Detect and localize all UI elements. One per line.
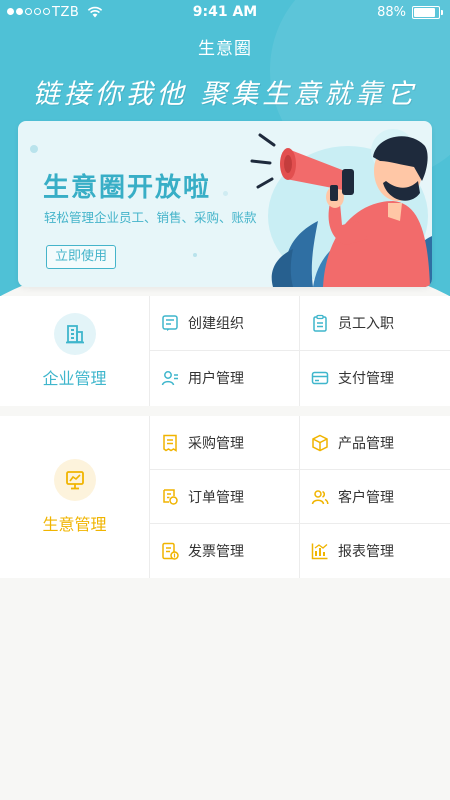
business-section: 生意管理 采购管理 产品管理 订单管理 客户管理 发票管理 报表管理 — [0, 416, 450, 578]
building-icon — [53, 313, 96, 355]
megaphone-man-illustration — [250, 129, 432, 287]
menu-payment-manage[interactable]: 支付管理 — [300, 351, 450, 405]
menu-user-manage[interactable]: 用户管理 — [150, 351, 299, 405]
customers-icon — [310, 487, 330, 507]
hero-slogan: 链接你我他 聚集生意就靠它 — [32, 79, 418, 110]
menu-label: 发票管理 — [188, 544, 244, 560]
menu-label: 订单管理 — [188, 490, 244, 506]
menu-product-manage[interactable]: 产品管理 — [300, 416, 450, 470]
menu-report-manage[interactable]: 报表管理 — [300, 524, 450, 578]
enterprise-label: 企业管理 — [42, 369, 107, 388]
business-label: 生意管理 — [42, 515, 107, 534]
user-manage-icon — [160, 368, 180, 388]
order-icon — [160, 487, 180, 507]
business-category[interactable]: 生意管理 — [0, 416, 150, 578]
menu-order-manage[interactable]: 订单管理 — [150, 470, 299, 524]
decor-dot — [30, 145, 38, 153]
invoice-icon — [160, 541, 180, 561]
use-now-button[interactable]: 立即使用 — [46, 245, 116, 269]
enterprise-section: 企业管理 创建组织 员工入职 用户管理 支付管理 — [0, 296, 450, 406]
card-icon — [310, 368, 330, 388]
menu-create-org[interactable]: 创建组织 — [150, 296, 299, 350]
menu-label: 报表管理 — [338, 544, 394, 560]
menu-label: 客户管理 — [338, 490, 394, 506]
status-bar: TZB 9:41 AM 88% — [0, 0, 450, 26]
menu-label: 创建组织 — [188, 316, 244, 332]
menu-invoice-manage[interactable]: 发票管理 — [150, 524, 299, 578]
menu-label: 支付管理 — [338, 371, 394, 387]
receipt-icon — [160, 433, 180, 453]
enterprise-category[interactable]: 企业管理 — [0, 296, 150, 406]
promo-banner[interactable]: 生意圈开放啦 轻松管理企业员工、销售、采购、账款 立即使用 — [18, 121, 432, 287]
battery-fill — [414, 8, 435, 17]
trend-board-icon — [53, 459, 96, 501]
decor-dot — [193, 253, 197, 257]
create-org-icon — [160, 313, 180, 333]
menu-label: 员工入职 — [338, 316, 394, 332]
menu-label: 采购管理 — [188, 436, 244, 452]
box-icon — [310, 433, 330, 453]
clipboard-icon — [310, 313, 330, 333]
menu-purchase-manage[interactable]: 采购管理 — [150, 416, 299, 470]
menu-employee-onboard[interactable]: 员工入职 — [300, 296, 450, 350]
banner-title: 生意圈开放啦 — [43, 173, 212, 203]
menu-label: 产品管理 — [338, 436, 394, 452]
report-icon — [310, 541, 330, 561]
menu-customer-manage[interactable]: 客户管理 — [300, 470, 450, 524]
page-title: 生意圈 — [198, 39, 252, 59]
menu-label: 用户管理 — [188, 371, 244, 387]
battery-icon — [412, 6, 443, 19]
battery-percent: 88% — [377, 5, 406, 20]
